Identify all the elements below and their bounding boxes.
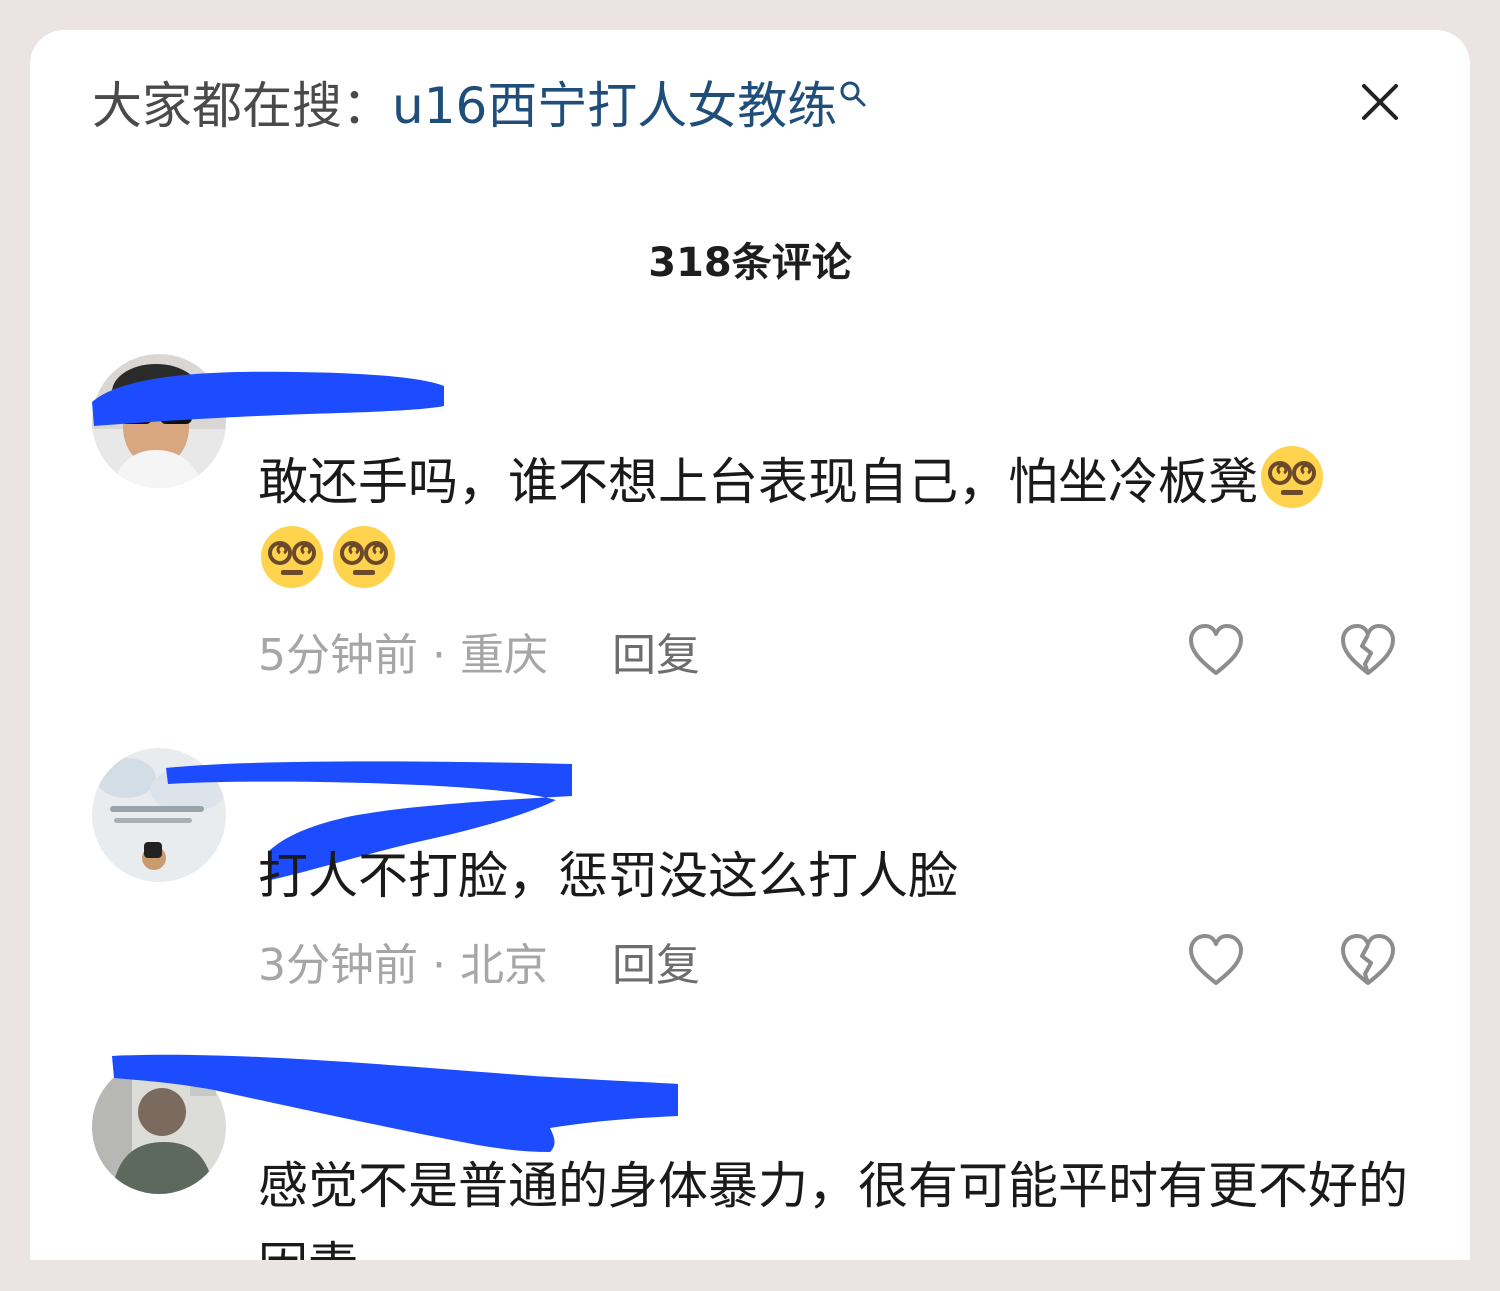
dizzy-face-icon — [333, 526, 395, 588]
comments-count: 318条评论 — [648, 240, 852, 286]
search-prefix-label: 大家都在搜： — [92, 77, 392, 135]
heart-outline-icon[interactable] — [1186, 622, 1246, 682]
search-icon — [840, 81, 866, 107]
comment-body: 敢还手吗，谁不想上台表现自己，怕坐冷板凳 — [258, 453, 1258, 511]
meta-separator: · — [432, 630, 460, 681]
comment-time: 3分钟前 — [258, 940, 418, 991]
meta-separator: · — [432, 940, 460, 991]
reply-button[interactable]: 回复 — [612, 936, 700, 996]
dizzy-face-icon — [261, 526, 323, 588]
comment-location: 北京 — [459, 940, 548, 991]
comment-meta: 5分钟前 · 重庆 — [258, 626, 548, 686]
broken-heart-icon[interactable] — [1338, 932, 1398, 992]
comment-text: 打人不打脸，惩罚没这么打人脸 — [258, 847, 958, 905]
comment-text: 感觉不是普通的身体暴力，很有可能平时有更不好的因素 — [258, 1157, 1408, 1260]
dizzy-face-icon — [1261, 446, 1323, 508]
close-icon[interactable] — [1360, 82, 1400, 122]
trending-search-link[interactable]: u16西宁打人女教练 — [392, 72, 837, 140]
comments-panel: 大家都在搜： u16西宁打人女教练 318条评论 敢还手吗，谁不想上台表现自己，… — [30, 30, 1470, 1260]
heart-outline-icon[interactable] — [1186, 932, 1246, 992]
trending-search[interactable]: 大家都在搜： u16西宁打人女教练 — [92, 72, 867, 140]
broken-heart-icon[interactable] — [1338, 622, 1398, 682]
comment-meta: 3分钟前 · 北京 — [258, 936, 548, 996]
reply-button[interactable]: 回复 — [612, 626, 700, 686]
redacted-username — [92, 371, 444, 426]
comment-time: 5分钟前 — [258, 630, 418, 681]
redacted-username — [112, 1054, 678, 1152]
comment-location: 重庆 — [459, 630, 548, 681]
comment-text: 敢还手吗，谁不想上台表现自己，怕坐冷板凳 — [258, 442, 1408, 602]
